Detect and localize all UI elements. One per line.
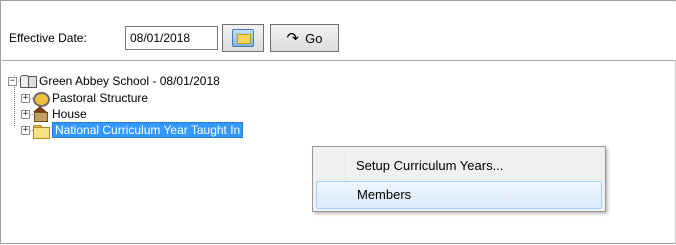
- tree-node-label: House: [52, 107, 87, 121]
- expand-toggle[interactable]: +: [21, 109, 30, 119]
- tree-node-pastoral-structure[interactable]: + Pastoral Structure: [21, 90, 149, 107]
- tree-node-national-curriculum[interactable]: + National Curriculum Year Taught In: [21, 122, 244, 139]
- context-menu: Setup Curriculum Years... Members: [312, 146, 606, 212]
- school-icon: [19, 74, 37, 88]
- collapse-toggle[interactable]: −: [8, 76, 17, 86]
- calendar-icon: [232, 29, 254, 47]
- expand-toggle[interactable]: +: [21, 125, 30, 135]
- go-button[interactable]: ↷ Go: [270, 24, 339, 52]
- tree-node-label: Green Abbey School - 08/01/2018: [39, 74, 220, 88]
- folder-icon: [32, 123, 50, 139]
- go-button-label: Go: [305, 30, 323, 46]
- pastoral-icon: [32, 91, 50, 107]
- calendar-button[interactable]: [222, 24, 264, 52]
- house-icon: [32, 106, 49, 122]
- window-frame: Effective Date: 08/01/2018 ↷ Go − Green …: [0, 0, 676, 244]
- tree-node-house[interactable]: + House: [21, 106, 87, 122]
- tree-node-label: Pastoral Structure: [52, 91, 149, 105]
- toolbar: Effective Date: 08/01/2018 ↷ Go: [2, 2, 676, 61]
- expand-toggle[interactable]: +: [21, 93, 30, 103]
- effective-date-label: Effective Date:: [9, 31, 87, 45]
- effective-date-input[interactable]: 08/01/2018: [125, 26, 218, 50]
- menu-item-setup-curriculum-years[interactable]: Setup Curriculum Years...: [316, 152, 602, 180]
- tree-root-node[interactable]: − Green Abbey School - 08/01/2018: [8, 73, 220, 89]
- menu-item-members[interactable]: Members: [316, 181, 602, 209]
- tree-node-label-selected: National Curriculum Year Taught In: [52, 122, 244, 138]
- go-arrow-icon: ↷: [286, 29, 300, 47]
